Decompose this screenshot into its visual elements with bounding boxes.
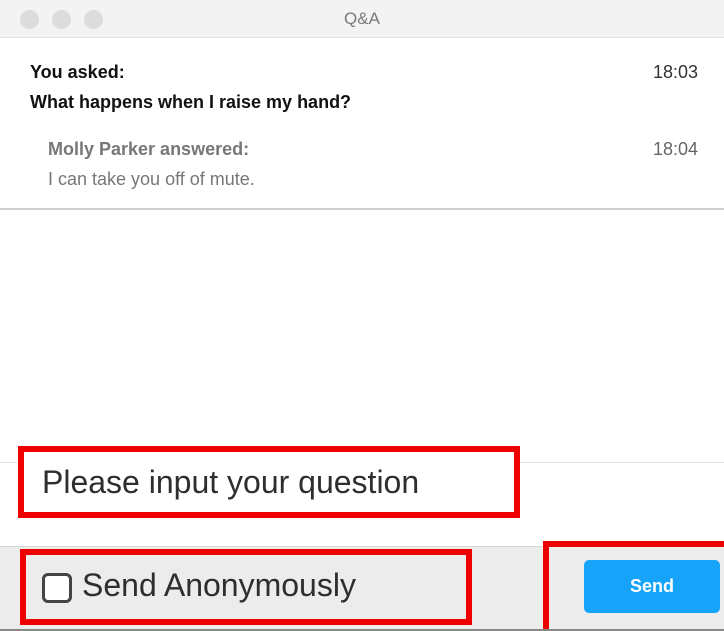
question-input[interactable] bbox=[18, 446, 520, 518]
answer-time: 18:04 bbox=[652, 139, 698, 159]
question-time: 18:03 bbox=[652, 62, 698, 82]
window-title: Q&A bbox=[344, 9, 380, 28]
window-titlebar: Q&A bbox=[0, 0, 724, 38]
send-button[interactable]: Send bbox=[584, 560, 720, 613]
anonymous-checkbox[interactable] bbox=[42, 573, 72, 603]
send-anonymously-toggle[interactable]: Send Anonymously bbox=[20, 549, 472, 625]
answer-label: Molly Parker answered: bbox=[48, 139, 250, 159]
send-anonymously-label: Send Anonymously bbox=[82, 567, 356, 603]
answer-text: I can take you off of mute. bbox=[48, 169, 255, 189]
question-text: What happens when I raise my hand? bbox=[30, 92, 352, 112]
qa-list: You asked: 18:03 What happens when I rai… bbox=[0, 38, 724, 210]
question-label: You asked: bbox=[30, 62, 125, 82]
